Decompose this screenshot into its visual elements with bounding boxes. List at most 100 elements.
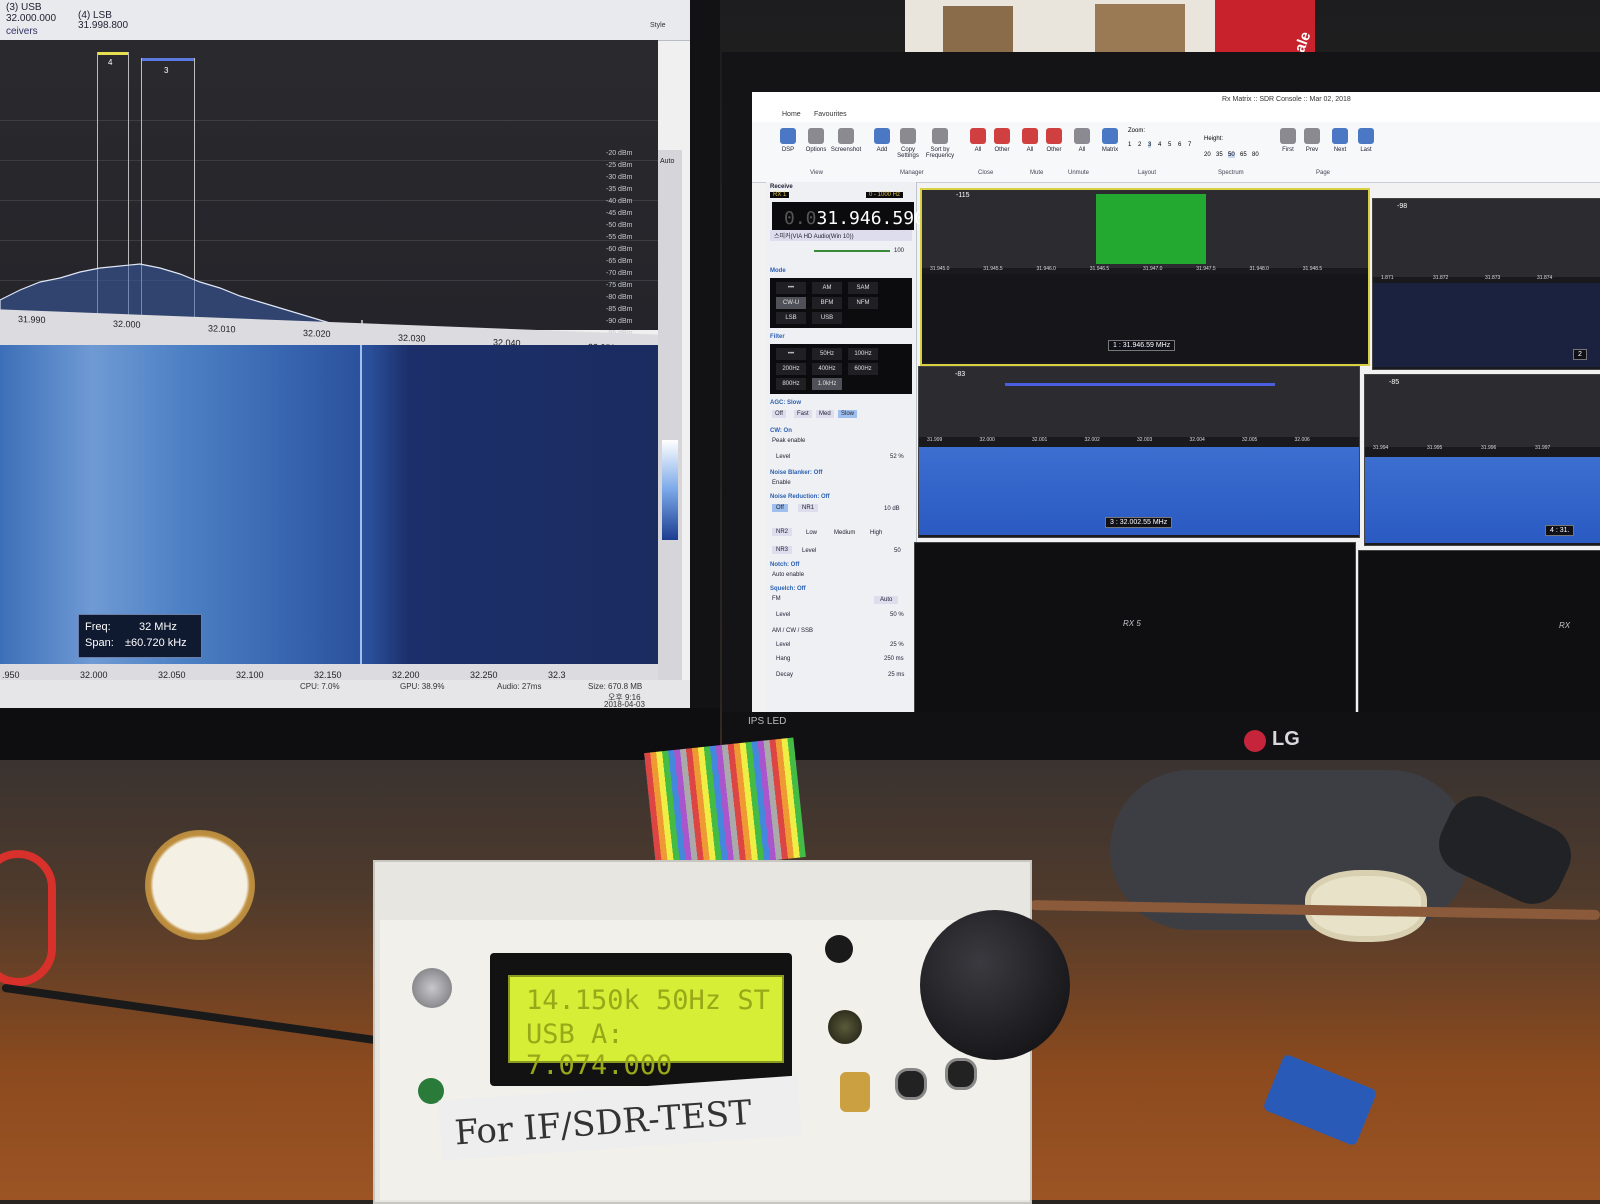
tuning-knob[interactable] <box>920 910 1070 1060</box>
style-menu[interactable]: Style <box>650 22 666 29</box>
mode-more[interactable]: ••• <box>776 282 806 294</box>
mode-cw-u[interactable]: CW-U <box>776 297 806 309</box>
nr3[interactable]: NR3 <box>772 546 793 554</box>
copy-settings-button[interactable]: Copy Settings <box>892 126 924 170</box>
auto-button[interactable]: Auto <box>660 158 674 165</box>
nr2-high[interactable]: High <box>870 530 882 536</box>
filter-600hz[interactable]: 600Hz <box>848 363 878 375</box>
nr2-medium[interactable]: Medium <box>834 530 855 536</box>
agc-off[interactable]: Off <box>772 410 786 418</box>
marker-label: 3 <box>164 66 169 75</box>
lcd-line-2: USB A: 7.074.000 <box>526 1019 673 1081</box>
squelch-fm-checkbox[interactable]: FM <box>772 596 781 602</box>
db-tick-label: -30 dBm <box>606 174 633 181</box>
rx-axis-label: 32.003 <box>1137 437 1153 443</box>
rx-panel-3[interactable]: -83 3 : 32.002.55 MHz 31.999 32.000 32.001… <box>918 366 1360 538</box>
agc-fast[interactable]: Fast <box>794 410 812 418</box>
marker-bar <box>98 52 128 55</box>
nr2-low[interactable]: Low <box>806 530 817 536</box>
screenshot-button[interactable]: Screenshot <box>830 126 862 170</box>
tab-home[interactable]: Home <box>782 111 801 118</box>
filter-1khz[interactable]: 1.0kHz <box>812 378 842 390</box>
freq-tick-label: 31.990 <box>18 314 46 326</box>
rx4-spectrum[interactable] <box>1365 375 1600 447</box>
height-65[interactable]: 65 <box>1240 152 1247 158</box>
frequency-display[interactable]: 0.031.946.590 <box>772 202 925 230</box>
receivers-tab[interactable]: ceivers <box>6 26 38 37</box>
rx-list-line[interactable]: 31.998.800 <box>78 20 128 31</box>
first-icon <box>1280 128 1296 144</box>
height-80[interactable]: 80 <box>1252 152 1259 158</box>
rx1-spectrum[interactable] <box>922 190 1368 268</box>
mode-lsb[interactable]: LSB <box>776 312 806 324</box>
filter-50hz[interactable]: 50Hz <box>812 348 842 360</box>
zoom-4[interactable]: 4 <box>1158 142 1161 148</box>
rx2-waterfall[interactable] <box>1373 283 1600 367</box>
nr2[interactable]: NR2 <box>772 528 793 536</box>
span-value: ±60.720 kHz <box>125 637 187 649</box>
prev-icon <box>1304 128 1320 144</box>
rx-panel-5[interactable]: RX 5 <box>914 542 1356 712</box>
volume-slider[interactable] <box>814 250 890 252</box>
filter-100hz[interactable]: 100Hz <box>848 348 878 360</box>
am-cw-ssb-checkbox[interactable]: AM / CW / SSB <box>772 628 813 634</box>
rx-panel-1[interactable]: -115 1 : 31.946.59 MHz 31.945.0 31.945.5 3… <box>920 188 1370 366</box>
agc-slow[interactable]: Slow <box>838 410 858 418</box>
sort-button[interactable]: Sort by Frequency <box>924 126 956 170</box>
filter-400hz[interactable]: 400Hz <box>812 363 842 375</box>
filter-more[interactable]: ••• <box>776 348 806 360</box>
zoom-7[interactable]: 7 <box>1188 142 1191 148</box>
mode-am[interactable]: AM <box>812 282 842 294</box>
height-20[interactable]: 20 <box>1204 152 1211 158</box>
audio-jack <box>945 1058 977 1090</box>
matrix-button[interactable]: Matrix <box>1094 126 1126 170</box>
rx3-spectrum[interactable] <box>919 367 1359 437</box>
filter-200hz[interactable]: 200Hz <box>776 363 806 375</box>
gear-icon <box>808 128 824 144</box>
mode-bfm[interactable]: BFM <box>812 297 842 309</box>
status-led <box>828 1010 862 1044</box>
sma-connector <box>840 1072 870 1112</box>
level-side-bar[interactable]: Auto <box>658 150 682 680</box>
zoom-5[interactable]: 5 <box>1168 142 1171 148</box>
nr1[interactable]: NR1 <box>798 504 819 512</box>
waterfall-carrier-line <box>360 345 362 667</box>
zoom-1[interactable]: 1 <box>1128 142 1131 148</box>
nr-title: Noise Reduction: Off <box>770 494 830 500</box>
height-35[interactable]: 35 <box>1216 152 1223 158</box>
rx-axis-label: 31.874 <box>1537 275 1553 281</box>
squelch-auto-button[interactable]: Auto <box>874 596 899 604</box>
height-50[interactable]: 50 <box>1228 152 1235 158</box>
audio-device-select[interactable]: 스피커(VIA HD Audio(Win 10)) <box>770 230 912 241</box>
rx-list-line[interactable]: 32.000.000 <box>6 13 56 24</box>
zoom-3[interactable]: 3 <box>1148 142 1152 148</box>
last-page-button[interactable]: Last <box>1350 126 1382 170</box>
rx-axis-label: 31.947.0 <box>1143 266 1163 272</box>
rx2-spectrum[interactable] <box>1373 199 1600 277</box>
rx-panel-4[interactable]: -85 4 : 31. 31.994 31.995 31.996 31.997 <box>1364 374 1600 546</box>
mode-nfm[interactable]: NFM <box>848 297 878 309</box>
rx-list-line[interactable]: (3) USB <box>6 2 42 13</box>
audio-jack <box>895 1068 927 1100</box>
tab-favourites[interactable]: Favourites <box>814 111 847 118</box>
nr-off[interactable]: Off <box>772 504 788 512</box>
zoom-6[interactable]: 6 <box>1178 142 1181 148</box>
options-button[interactable]: Options <box>800 126 832 170</box>
notch-auto-checkbox[interactable]: Auto enable <box>772 572 804 578</box>
speaker-icon <box>1074 128 1090 144</box>
group-view: View <box>810 170 823 176</box>
agc-med[interactable]: Med <box>816 410 834 418</box>
filter-800hz[interactable]: 800Hz <box>776 378 806 390</box>
filter-title: Filter <box>770 334 785 340</box>
mode-sam[interactable]: SAM <box>848 282 878 294</box>
am-level-label: Level <box>776 642 791 648</box>
rx-panel-6[interactable]: RX <box>1358 550 1600 712</box>
marker-label: 4 <box>108 58 113 67</box>
rx-panel-2[interactable]: -98 2 1.871 31.872 31.873 31.874 <box>1372 198 1600 370</box>
zoom-2[interactable]: 2 <box>1138 142 1141 148</box>
nb-enable-checkbox[interactable]: Enable <box>772 480 791 486</box>
level-meter[interactable] <box>662 440 678 540</box>
mode-usb[interactable]: USB <box>812 312 842 324</box>
rx-axis-label: 31.873 <box>1485 275 1501 281</box>
peak-enable-checkbox[interactable]: Peak enable <box>772 438 805 444</box>
